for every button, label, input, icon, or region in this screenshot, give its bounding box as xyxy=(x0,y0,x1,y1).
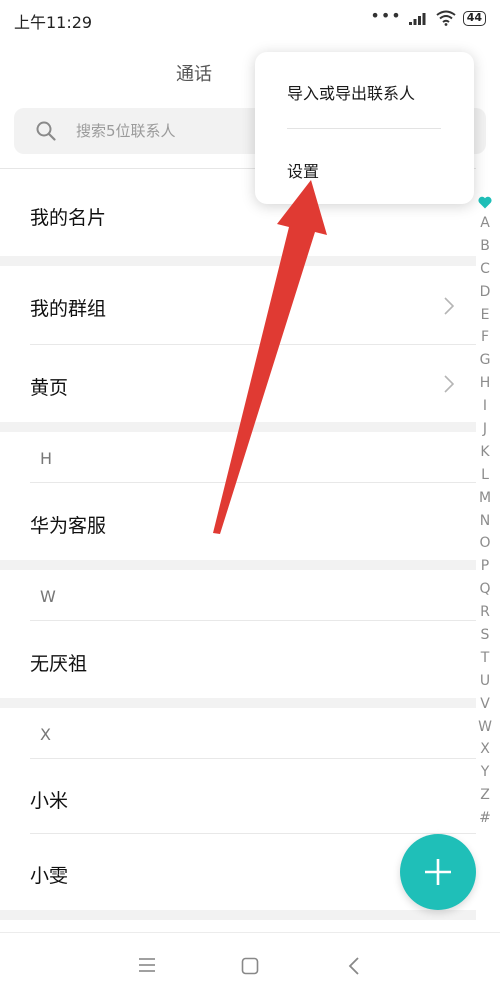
my-card-label: 我的名片 xyxy=(30,207,107,229)
index-letter[interactable]: F xyxy=(472,326,498,349)
index-letter[interactable]: C xyxy=(472,258,498,281)
yellow-pages-row[interactable]: 黄页 xyxy=(0,345,476,422)
wifi-icon xyxy=(436,10,456,26)
index-letter[interactable]: P xyxy=(472,555,498,578)
status-bar: 上午11:29 ••• 44 xyxy=(0,0,500,36)
alphabet-index[interactable]: A B C D E F G H I J K L M N O P Q R S T … xyxy=(472,192,498,830)
menu-divider xyxy=(287,128,441,129)
index-letter[interactable]: K xyxy=(472,441,498,464)
search-input[interactable] xyxy=(76,108,236,154)
contact-name: 无厌祖 xyxy=(30,653,88,675)
index-letter[interactable]: L xyxy=(472,464,498,487)
index-letter[interactable]: G xyxy=(472,349,498,372)
menu-icon[interactable] xyxy=(138,957,156,973)
home-icon[interactable] xyxy=(241,957,259,975)
index-letter[interactable]: S xyxy=(472,624,498,647)
section-header-h: H xyxy=(40,449,53,468)
plus-icon xyxy=(425,859,451,885)
overflow-menu: 导入或导出联系人 设置 xyxy=(255,52,474,204)
import-export-contacts-item[interactable]: 导入或导出联系人 xyxy=(287,80,415,104)
section-header-w: W xyxy=(40,587,56,606)
back-icon[interactable] xyxy=(348,957,360,975)
index-letter[interactable]: H xyxy=(472,372,498,395)
index-letter[interactable]: J xyxy=(472,418,498,441)
index-letter[interactable]: D xyxy=(472,281,498,304)
heart-icon[interactable] xyxy=(478,192,492,212)
index-letter[interactable]: A xyxy=(472,212,498,235)
index-letter[interactable]: N xyxy=(472,510,498,533)
index-letter[interactable]: V xyxy=(472,693,498,716)
contact-name: 小米 xyxy=(30,790,69,812)
notification-dots-icon: ••• xyxy=(370,6,402,25)
settings-item[interactable]: 设置 xyxy=(287,158,319,182)
search-icon xyxy=(36,121,56,141)
index-letter[interactable]: Y xyxy=(472,761,498,784)
contact-row[interactable]: 无厌祖 xyxy=(0,621,476,698)
tab-calls[interactable]: 通话 xyxy=(176,60,212,86)
index-letter[interactable]: W xyxy=(472,716,498,739)
index-letter[interactable]: Q xyxy=(472,578,498,601)
section-gap xyxy=(0,910,476,920)
contact-name: 小雯 xyxy=(30,865,69,887)
index-letter[interactable]: Z xyxy=(472,784,498,807)
index-letter[interactable]: B xyxy=(472,235,498,258)
signal-icon xyxy=(408,13,426,25)
section-header-x: X xyxy=(40,725,51,744)
status-time: 上午11:29 xyxy=(14,13,93,32)
index-letter[interactable]: U xyxy=(472,670,498,693)
index-letter[interactable]: E xyxy=(472,304,498,327)
contact-name: 华为客服 xyxy=(30,515,107,537)
add-contact-button[interactable] xyxy=(400,834,476,910)
index-letter[interactable]: I xyxy=(472,395,498,418)
chevron-right-icon xyxy=(444,375,454,393)
index-letter[interactable]: T xyxy=(472,647,498,670)
navigation-bar xyxy=(0,932,500,1000)
index-letter[interactable]: R xyxy=(472,601,498,624)
yellow-pages-label: 黄页 xyxy=(30,377,69,399)
contact-row[interactable]: 小米 xyxy=(0,759,476,833)
my-groups-label: 我的群组 xyxy=(30,298,107,320)
index-letter[interactable]: M xyxy=(472,487,498,510)
contact-row[interactable]: 华为客服 xyxy=(0,483,476,560)
my-groups-row[interactable]: 我的群组 xyxy=(0,266,476,344)
section-gap xyxy=(0,698,476,708)
section-gap xyxy=(0,256,476,266)
battery-icon: 44 xyxy=(462,10,486,26)
chevron-right-icon xyxy=(444,297,454,315)
section-gap xyxy=(0,560,476,570)
section-gap xyxy=(0,422,476,432)
index-letter[interactable]: O xyxy=(472,532,498,555)
index-letter[interactable]: X xyxy=(472,738,498,761)
index-letter[interactable]: # xyxy=(472,807,498,830)
status-icons: ••• 44 xyxy=(370,6,486,27)
